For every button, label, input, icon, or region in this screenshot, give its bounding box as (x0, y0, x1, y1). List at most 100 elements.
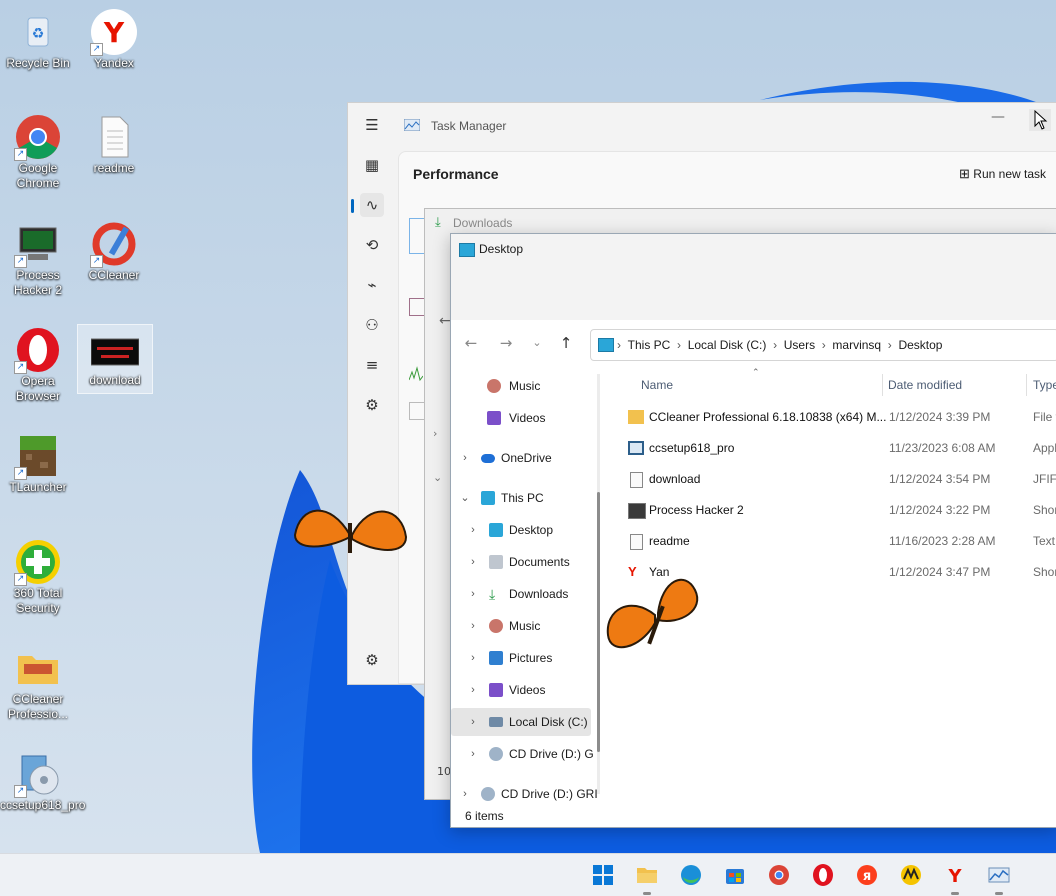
minimize-button[interactable]: — (991, 109, 1005, 125)
chevron-down-icon[interactable]: ⌄ (459, 484, 471, 512)
breadcrumb-item[interactable]: Users (784, 338, 815, 352)
chevron-right-icon[interactable]: › (467, 676, 479, 704)
store-icon (726, 869, 744, 884)
desktop-icon-ccleaner[interactable]: ↗ CCleaner (76, 220, 152, 283)
chevron-right-icon[interactable]: › (459, 444, 471, 472)
svg-text:Y: Y (103, 16, 125, 49)
nav-item-videos[interactable]: › Videos (451, 676, 591, 704)
taskbar-edge[interactable] (679, 863, 703, 887)
security-shield-icon: ↗ (14, 538, 62, 586)
startup-apps-icon[interactable]: ⌁ (360, 273, 384, 297)
column-header-name[interactable]: Name (641, 378, 673, 392)
breadcrumb-item[interactable]: marvinsq (832, 338, 881, 352)
windows-logo-icon (593, 865, 613, 885)
column-divider[interactable] (882, 374, 883, 396)
chevron-right-icon[interactable]: › (467, 580, 479, 608)
back-button[interactable]: ← (460, 334, 482, 352)
file-row[interactable]: download 1/12/2024 3:54 PM JFIF I (616, 464, 1056, 495)
desktop-icon-tlauncher[interactable]: ↗ TLauncher (0, 432, 76, 495)
up-button[interactable]: ↑ (555, 334, 577, 352)
desktop-icon-label: Yandex (94, 56, 134, 70)
taskbar-yandex[interactable]: Y (943, 863, 967, 887)
processes-icon[interactable]: ▦ (360, 153, 384, 177)
desktop-icon-ccleaner-professional[interactable]: CCleaner Professio... (0, 644, 76, 722)
desktop-icon-360-total-security[interactable]: ↗ 360 Total Security (0, 538, 76, 616)
column-header-date-modified[interactable]: Date modified (888, 378, 962, 392)
sort-ascending-icon: ⌃ (752, 368, 760, 378)
chevron-right-icon[interactable]: › (459, 780, 471, 804)
file-row[interactable]: readme 11/16/2023 2:28 AM Text (616, 526, 1056, 557)
taskbar-opera[interactable] (811, 863, 835, 887)
breadcrumb-item[interactable]: Desktop (898, 338, 942, 352)
desktop-icon-download[interactable]: download (77, 324, 153, 394)
task-manager-app-icon (403, 118, 421, 132)
process-hacker-icon: ↗ (14, 220, 62, 268)
taskbar-yandex-browser[interactable]: я (855, 863, 879, 887)
taskbar-chrome[interactable] (767, 863, 791, 887)
nav-item-desktop[interactable]: › Desktop (451, 516, 591, 544)
taskbar-app[interactable] (899, 863, 923, 887)
file-explorer-window[interactable]: Desktop ← → ⌄ ↑ › This PC › Local Disk (… (450, 233, 1056, 828)
run-new-task-button[interactable]: ⊞ Run new task (959, 166, 1046, 182)
tlauncher-icon: ↗ (14, 432, 62, 480)
desktop-icon-label: readme (93, 161, 135, 175)
chevron-right-icon[interactable]: › (467, 516, 479, 544)
taskbar-store[interactable] (723, 863, 747, 887)
svg-text:Y: Y (947, 866, 962, 887)
services-icon[interactable]: ⚙ (360, 393, 384, 417)
file-row[interactable]: ccsetup618_pro 11/23/2023 6:08 AM Appl (616, 433, 1056, 464)
performance-icon[interactable]: ∿ (360, 193, 384, 217)
desktop-icon-google-chrome[interactable]: ↗ Google Chrome (0, 113, 76, 191)
column-header-type[interactable]: Type (1033, 378, 1056, 392)
details-icon[interactable]: ≡ (360, 353, 384, 377)
chevron-down-icon[interactable]: ⌄ (433, 471, 442, 484)
desktop-icon-recycle-bin[interactable]: ♻ Recycle Bin (0, 8, 76, 71)
desktop-icon-opera[interactable]: ↗ Opera Browser (0, 326, 76, 404)
chevron-right-icon[interactable]: › (467, 612, 479, 640)
desktop-icon-yandex[interactable]: Y ↗ Yandex (76, 8, 152, 71)
settings-gear-icon[interactable]: ⚙ (360, 648, 384, 672)
desktop-icon-readme[interactable]: readme (76, 113, 152, 176)
drive-icon (489, 717, 503, 727)
chevron-right-icon[interactable]: › (467, 708, 479, 736)
shortcut-arrow-icon: ↗ (14, 361, 27, 374)
nav-item-this-pc[interactable]: ⌄ This PC (451, 484, 591, 512)
nav-item-music[interactable]: Music (451, 372, 591, 400)
back-arrow-icon[interactable]: ← (439, 313, 451, 329)
recycle-bin-icon: ♻ (14, 8, 62, 56)
nav-item-documents[interactable]: › Documents (451, 548, 591, 576)
nav-item-cd-drive[interactable]: › CD Drive (D:) G (451, 740, 594, 768)
nav-item-music[interactable]: › Music (451, 612, 591, 640)
app-history-icon[interactable]: ⟲ (360, 233, 384, 257)
users-icon[interactable]: ⚇ (360, 313, 384, 337)
forward-button[interactable]: → (495, 334, 517, 352)
taskbar-task-manager[interactable] (987, 863, 1011, 887)
file-row[interactable]: CCleaner Professional 6.18.10838 (x64) M… (616, 402, 1056, 433)
this-pc-icon (598, 338, 614, 352)
desktop-icon-ccsetup[interactable]: ↗ ccsetup618_pro (0, 750, 85, 813)
chevron-right-icon[interactable]: › (467, 740, 479, 768)
installer-icon: ↗ (14, 750, 62, 798)
recent-locations-button[interactable]: ⌄ (526, 336, 548, 349)
desktop-icon-process-hacker[interactable]: ↗ Process Hacker 2 (0, 220, 76, 298)
breadcrumb-item[interactable]: Local Disk (C:) (688, 338, 767, 352)
nav-item-onedrive[interactable]: › OneDrive (451, 444, 591, 472)
nav-item-cd-drive[interactable]: › CD Drive (D:) GRI (451, 780, 598, 804)
taskbar-file-explorer[interactable] (635, 863, 659, 887)
nav-item-videos[interactable]: Videos (451, 404, 591, 432)
chevron-right-icon[interactable]: › (467, 548, 479, 576)
address-bar[interactable]: › This PC › Local Disk (C:) › Users › ma… (590, 329, 1056, 361)
disk-mini-graph[interactable] (408, 358, 424, 382)
column-divider[interactable] (1026, 374, 1027, 396)
nav-item-downloads[interactable]: › ⤓ Downloads (451, 580, 591, 608)
hamburger-menu-icon[interactable]: ☰ (360, 113, 384, 137)
chevron-right-icon[interactable]: › (433, 427, 437, 440)
chevron-right-icon[interactable]: › (467, 644, 479, 672)
nav-item-pictures[interactable]: › Pictures (451, 644, 591, 672)
nav-item-local-disk[interactable]: › Local Disk (C:) (451, 708, 591, 736)
network-mini-graph[interactable] (409, 402, 425, 420)
memory-mini-graph[interactable] (409, 298, 425, 316)
start-button[interactable] (591, 863, 615, 887)
breadcrumb-item[interactable]: This PC (628, 338, 671, 352)
file-row[interactable]: Process Hacker 2 1/12/2024 3:22 PM Shor (616, 495, 1056, 526)
